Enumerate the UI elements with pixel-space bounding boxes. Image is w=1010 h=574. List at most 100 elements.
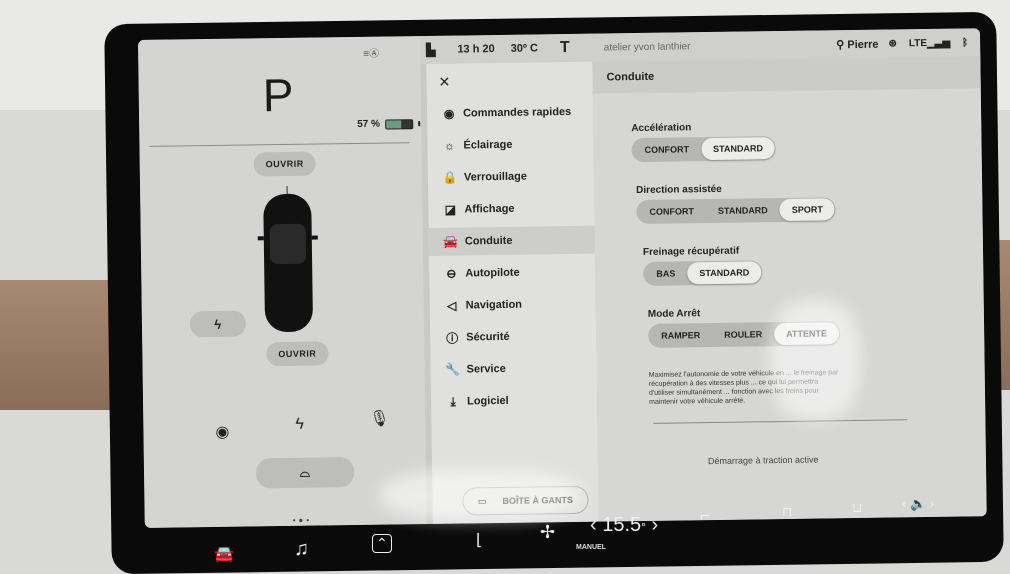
download-icon: ⤓: [439, 394, 467, 409]
battery-percent: 57 %: [357, 119, 380, 130]
setting-freinage-r-cup-ratif: Freinage récupératif BASSTANDARD: [643, 245, 762, 286]
menu-item-label: Affichage: [464, 203, 514, 216]
option-rouler[interactable]: ROULER: [712, 323, 774, 346]
segmented-control: CONFORTSTANDARDSPORT: [636, 197, 836, 224]
menu-item-label: Verrouillage: [464, 171, 527, 184]
setting-label: Accélération: [631, 121, 775, 134]
menu-item-verrouillage[interactable]: 🔒Verrouillage: [428, 162, 594, 192]
menu-item-label: Éclairage: [463, 139, 512, 152]
option-confort[interactable]: CONFORT: [632, 138, 701, 161]
battery-indicator: 57 %: [357, 118, 420, 130]
tesla-logo-icon[interactable]: T: [560, 39, 570, 57]
menu-item-conduite[interactable]: 🚘Conduite: [429, 226, 595, 256]
map-place-label: atelier yvon lanthier: [604, 41, 691, 53]
menu-item-s-curit-[interactable]: ⓘSécurité: [430, 322, 596, 352]
option-confort[interactable]: CONFORT: [637, 200, 706, 223]
menu-item-affichage[interactable]: ◪Affichage: [428, 194, 594, 224]
menu-item-label: Autopilote: [465, 267, 520, 280]
menu-item-label: Logiciel: [467, 395, 509, 408]
content-divider: [653, 419, 907, 424]
user-icon: ⚲: [836, 39, 847, 51]
wiper-button[interactable]: ⌓: [256, 457, 354, 488]
lock-icon: 🔒: [436, 170, 464, 184]
temp-increase-icon[interactable]: ›: [646, 514, 658, 536]
menu-item-label: Navigation: [466, 299, 522, 312]
car-icon: 🚘: [437, 234, 465, 248]
temp-decrease-icon[interactable]: ‹: [590, 514, 602, 536]
cabin-temperature: 15.5: [602, 514, 641, 536]
battery-tip: [418, 121, 420, 126]
bottom-dock: 🚘 ♫ ⌃ ⌊ ✢ ‹ 15.5° › MANUEL ⌐ ⊓ ⊔ ‹ 🔈 ›: [140, 520, 1000, 568]
outside-temperature: 30º C: [511, 42, 538, 54]
car-panel: ≡Ⓐ P 57 % OUVRIR ϟ OUVRIR ◉ ϟ 🎙 ⌓ •●•: [138, 36, 427, 528]
lightning-icon: ϟ: [214, 316, 222, 331]
light-bulb-icon: ☼: [435, 138, 463, 152]
close-icon[interactable]: ✕: [439, 74, 451, 91]
alert-icon: ⓘ: [438, 329, 466, 346]
driving-settings-panel: Conduite AccélérationCONFORTSTANDARDDire…: [592, 56, 986, 521]
clock: 13 h 20: [457, 43, 494, 56]
menu-item-label: Conduite: [465, 235, 513, 248]
chevron-up-icon[interactable]: ⌃: [372, 534, 392, 553]
unlock-icon[interactable]: ▙: [426, 43, 435, 57]
charge-port-button[interactable]: ϟ: [190, 311, 246, 338]
segmented-control: BASSTANDARD: [643, 260, 762, 286]
toggle-icon: ◉: [435, 106, 463, 120]
driver-profile-button[interactable]: ⚲ Pierre: [836, 37, 879, 51]
dashcam-icon[interactable]: ◉: [215, 422, 229, 442]
setting-acc-l-ration: Accélération CONFORTSTANDARD: [631, 121, 776, 162]
trunk-open-button[interactable]: OUVRIR: [266, 341, 328, 366]
menu-item-commandes-rapides[interactable]: ◉Commandes rapides: [427, 98, 593, 128]
rear-defrost-icon[interactable]: ⊓: [782, 504, 792, 520]
panel-divider: [149, 142, 409, 147]
settings-menu: ✕ ◉Commandes rapides☼Éclairage🔒Verrouill…: [426, 62, 598, 524]
frunk-open-button[interactable]: OUVRIR: [254, 152, 316, 177]
seat-icon[interactable]: ⌐: [700, 508, 709, 526]
menu-item-logiciel[interactable]: ⤓Logiciel: [431, 386, 597, 416]
cabin-temperature-control[interactable]: ‹ 15.5° ›: [590, 514, 658, 537]
driver-name: Pierre: [847, 38, 878, 50]
segmented-control: CONFORTSTANDARD: [631, 136, 776, 162]
panel-title: Conduite: [592, 56, 980, 93]
navigation-arrow-icon: ◁: [438, 298, 466, 312]
sentry-icon[interactable]: ⊛: [888, 38, 897, 49]
menu-item-service[interactable]: 🔧Service: [430, 354, 596, 384]
wiper-icon: ⌓: [300, 465, 311, 481]
option-bas[interactable]: BAS: [644, 262, 687, 285]
volume-control[interactable]: ‹ 🔈 ›: [902, 496, 934, 512]
screen-glare: [380, 470, 580, 520]
bluetooth-icon[interactable]: ᛒ: [962, 37, 968, 48]
volume-up-icon[interactable]: ›: [926, 496, 934, 511]
setting-label: Freinage récupératif: [643, 245, 762, 258]
microphone-icon[interactable]: 🎙: [369, 409, 390, 429]
menu-item--clairage[interactable]: ☼Éclairage: [427, 130, 593, 160]
volume-down-icon[interactable]: ‹: [902, 496, 910, 511]
battery-fill: [386, 120, 401, 128]
menu-item-autopilote[interactable]: ⊖Autopilote: [429, 258, 595, 288]
music-note-icon[interactable]: ♫: [294, 538, 309, 561]
option-standard[interactable]: STANDARD: [706, 199, 780, 222]
wrench-icon: 🔧: [439, 362, 467, 376]
touchscreen: ≡Ⓐ P 57 % OUVRIR ϟ OUVRIR ◉ ϟ 🎙 ⌓ •●• ▙ …: [138, 28, 987, 528]
fan-icon[interactable]: ✢: [540, 522, 555, 543]
climate-mode-label: MANUEL: [576, 544, 606, 551]
menu-item-label: Commandes rapides: [463, 106, 571, 120]
option-ramper[interactable]: RAMPER: [649, 324, 712, 347]
option-sport[interactable]: SPORT: [780, 198, 835, 221]
seat-heater-icon[interactable]: ⌊: [476, 530, 482, 550]
steering-wheel-icon: ⊖: [437, 266, 465, 280]
traction-start-label[interactable]: Démarrage à traction active: [708, 455, 819, 467]
setting-label: Direction assistée: [636, 182, 835, 196]
headlight-auto-icon[interactable]: ≡Ⓐ: [363, 45, 379, 60]
front-defrost-icon[interactable]: ⊔: [852, 500, 862, 516]
volume-icon: 🔈: [910, 496, 926, 511]
car-icon[interactable]: 🚘: [214, 544, 234, 564]
option-standard[interactable]: STANDARD: [687, 261, 761, 284]
network-type: LTE: [909, 37, 927, 48]
lightning-icon[interactable]: ϟ: [295, 416, 304, 434]
display-icon: ◪: [436, 202, 464, 216]
option-standard[interactable]: STANDARD: [701, 137, 775, 160]
setting-direction-assist-e: Direction assistéeCONFORTSTANDARDSPORT: [636, 182, 836, 224]
lte-signal-icon: LTE▁▃▅: [909, 37, 950, 49]
menu-item-navigation[interactable]: ◁Navigation: [430, 290, 596, 320]
